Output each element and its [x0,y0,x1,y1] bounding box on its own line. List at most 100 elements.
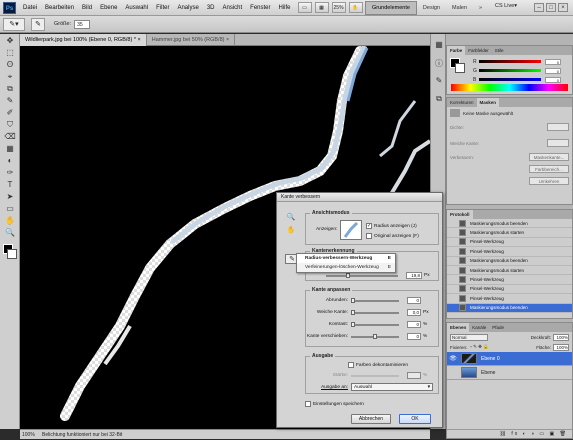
menu-datei[interactable]: Datei [19,0,41,16]
color-row-g[interactable]: G 0 [447,66,572,75]
feather-value[interactable]: 0,0 [407,309,421,316]
workspace-grundelemente[interactable]: Grundelemente [365,1,417,15]
tab-protokoll[interactable]: Protokoll [447,210,473,219]
gradient-tool-icon[interactable]: ▦ [4,143,16,154]
red-slider[interactable] [479,60,541,63]
red-value[interactable]: 0 [545,58,561,65]
navigator-icon[interactable]: ▦ [433,40,445,52]
workspace-malen[interactable]: Malen [446,2,473,14]
cs-live-button[interactable]: CS Live▾ [495,3,517,9]
menu-ebene[interactable]: Ebene [96,0,121,16]
menu-auswahl[interactable]: Auswahl [121,0,152,16]
healing-brush-tool-icon[interactable]: ✐ [4,107,16,118]
bridge-button[interactable]: ▭ [297,2,312,13]
layers-footer-icons[interactable]: ⛓ fx ◐ ◑ ▭ ▣ 🗑 [447,429,572,438]
mini-bridge-button[interactable]: ▦ [314,2,329,13]
feather-slider[interactable] [351,309,399,315]
remember-settings-checkbox[interactable] [305,401,311,407]
layer-row-selected[interactable]: 👁 Ebene 0 [447,352,572,366]
tool-preset-picker[interactable]: ✎▾ [3,17,25,31]
contrast-value[interactable]: 0 [407,321,421,328]
show-radius-checkbox[interactable]: ✓ [366,223,372,229]
hand-tool-button[interactable]: ✋ [348,2,363,13]
shift-edge-slider[interactable] [351,333,399,339]
workspace-more[interactable]: » [473,2,488,14]
pen-tool-icon[interactable]: ✑ [4,167,16,178]
tab-masken[interactable]: Masken [476,98,500,107]
refine-radius-tool-item[interactable]: Radius-verbessern-Werkzeug E [297,254,395,263]
erase-refinements-tool-item[interactable]: Verfeinerungen-löschen-Werkzeug E [297,263,395,272]
slider-knob[interactable] [351,321,355,327]
brush-presets-icon[interactable]: ✎ [433,76,445,88]
menu-filter[interactable]: Filter [152,0,173,16]
workspace-design[interactable]: Design [417,2,446,14]
smooth-value[interactable]: 0 [407,297,421,304]
green-value[interactable]: 0 [545,67,561,74]
fill-value[interactable]: 100% [553,343,569,351]
menu-analyse[interactable]: Analyse [173,0,202,16]
history-entry[interactable]: Pinsel-Werkzeug [447,238,572,248]
radius-slider[interactable] [326,272,398,278]
menu-bearbeiten[interactable]: Bearbeiten [41,0,78,16]
slider-knob[interactable] [373,333,377,339]
brush-mode-icon[interactable]: ✎ [31,17,45,31]
history-entry-selected[interactable]: Maskierungsmodus beenden [447,303,572,313]
stamp-tool-icon[interactable]: ⛉ [4,119,16,130]
tab-ebenen[interactable]: Ebenen [447,323,470,332]
clone-source-icon[interactable]: ⧉ [433,94,445,106]
color-swatches[interactable] [0,244,19,266]
background-color[interactable] [7,249,17,259]
tab-stile[interactable]: Stile [492,46,507,55]
show-original-checkbox[interactable] [366,233,372,239]
history-entry[interactable]: Pinsel-Werkzeug [447,247,572,257]
type-tool-icon[interactable]: T [4,179,16,190]
history-entry[interactable]: Maskierungsmodus starten [447,228,572,238]
status-zoom[interactable]: 100% [20,430,42,440]
menu-bild[interactable]: Bild [78,0,96,16]
tab-kanaele[interactable]: Kanäle [469,323,489,332]
contrast-slider[interactable] [351,321,399,327]
color-row-b[interactable]: B 0 [447,75,572,84]
tab-korrekturen[interactable]: Korrekturen [447,98,477,107]
blue-value[interactable]: 0 [545,76,561,83]
zoom-level-select[interactable]: 25% [331,2,346,13]
color-ramp[interactable] [451,84,568,91]
close-button[interactable]: × [558,3,568,12]
shape-tool-icon[interactable]: ▭ [4,203,16,214]
shift-edge-value[interactable]: 0 [407,333,421,340]
history-entry[interactable]: Pinsel-Werkzeug [447,285,572,295]
info-icon[interactable]: ⓘ [433,58,445,70]
quick-selection-tool-icon[interactable]: ⌖ [4,71,16,82]
history-entry[interactable]: Maskierungsmodus starten [447,266,572,276]
path-selection-tool-icon[interactable]: ➤ [4,191,16,202]
maximize-button[interactable]: □ [546,3,556,12]
tab-pfade[interactable]: Pfade [489,323,507,332]
output-to-select[interactable]: Auswahl ▾ [351,383,433,391]
blend-mode-select[interactable]: Normal [450,333,488,341]
hand-tool-icon[interactable]: ✋ [286,226,296,236]
tab-farbfelder[interactable]: Farbfelder [465,46,492,55]
marquee-tool-icon[interactable]: ⬚ [4,47,16,58]
menu-hilfe[interactable]: Hilfe [275,0,295,16]
radius-value[interactable]: 19,8 [406,272,422,279]
minimize-button[interactable]: – [534,3,544,12]
green-slider[interactable] [479,69,541,72]
menu-ansicht[interactable]: Ansicht [218,0,246,16]
lasso-tool-icon[interactable]: ʘ [4,59,16,70]
visibility-eye-icon[interactable]: 👁 [449,355,457,362]
tab-farbe[interactable]: Farbe [447,46,466,55]
mask-edge-button[interactable]: Maskenkante... [529,153,569,161]
crop-tool-icon[interactable]: ⧉ [4,83,16,94]
ok-button[interactable]: OK [399,414,431,424]
cancel-button[interactable]: Abbrechen [351,414,391,424]
zoom-tool-icon[interactable]: 🔍 [4,227,16,238]
move-tool-icon[interactable]: ✥ [4,35,16,46]
slider-knob[interactable] [351,309,355,315]
menu-3d[interactable]: 3D [203,0,219,16]
radius-slider-knob[interactable] [346,272,350,278]
tab-hammer[interactable]: Hammer.jpg bei 50% (RGB/8) × [147,33,236,46]
bg-color-swatch[interactable] [455,63,465,73]
hand-tool-icon[interactable]: ✋ [4,215,16,226]
slider-knob[interactable] [351,297,355,303]
color-range-button[interactable]: Farbbereich... [529,165,569,173]
